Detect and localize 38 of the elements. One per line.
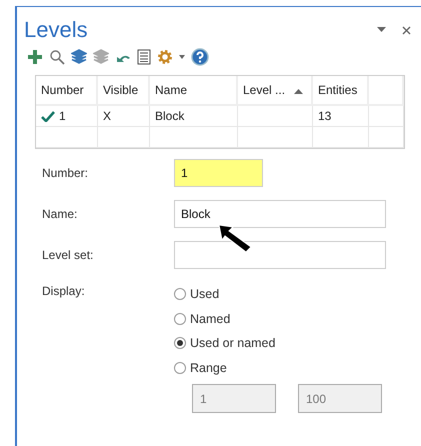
add-icon[interactable] <box>27 49 43 65</box>
table-cell: X <box>98 106 150 127</box>
table-cell <box>369 127 404 148</box>
input-field[interactable] <box>174 241 386 269</box>
table-cell <box>98 127 150 148</box>
input-field[interactable]: 1 <box>174 159 263 187</box>
column-header[interactable]: Entities <box>313 76 369 106</box>
input-field[interactable]: Block <box>174 200 386 228</box>
layers-icon[interactable] <box>71 49 87 65</box>
column-header[interactable]: Visible <box>98 76 150 106</box>
column-header[interactable]: Name <box>150 76 238 106</box>
search-icon[interactable] <box>49 49 65 65</box>
radio-option[interactable]: Used or named <box>174 331 382 356</box>
field-label: Number: <box>42 166 90 180</box>
field-label: Name: <box>42 207 78 221</box>
table-cell <box>313 127 369 148</box>
column-header <box>369 76 404 106</box>
gear-icon[interactable] <box>157 49 173 65</box>
radio-option[interactable]: Used <box>174 282 382 306</box>
radio-option[interactable]: Named <box>174 306 382 331</box>
column-header[interactable]: Number <box>36 76 98 106</box>
level-number: 1 <box>59 109 66 123</box>
close-icon[interactable] <box>402 26 411 34</box>
dropdown-icon[interactable] <box>377 27 386 33</box>
help-icon[interactable] <box>191 48 209 66</box>
column-header[interactable]: Level ... <box>238 76 313 106</box>
document-icon[interactable] <box>137 49 151 65</box>
radio-option[interactable]: Range <box>174 356 382 380</box>
sort-icon <box>294 89 303 94</box>
field-label: Display: <box>42 283 86 300</box>
pointer-cursor-icon <box>217 223 253 253</box>
caret-icon[interactable] <box>179 55 185 59</box>
table-cell: Block <box>150 106 238 127</box>
check-icon <box>41 110 55 122</box>
field-label: Level set: <box>42 248 94 262</box>
panel-title: Levels <box>24 17 88 43</box>
table-cell: 13 <box>313 106 369 127</box>
table-cell <box>369 106 404 127</box>
